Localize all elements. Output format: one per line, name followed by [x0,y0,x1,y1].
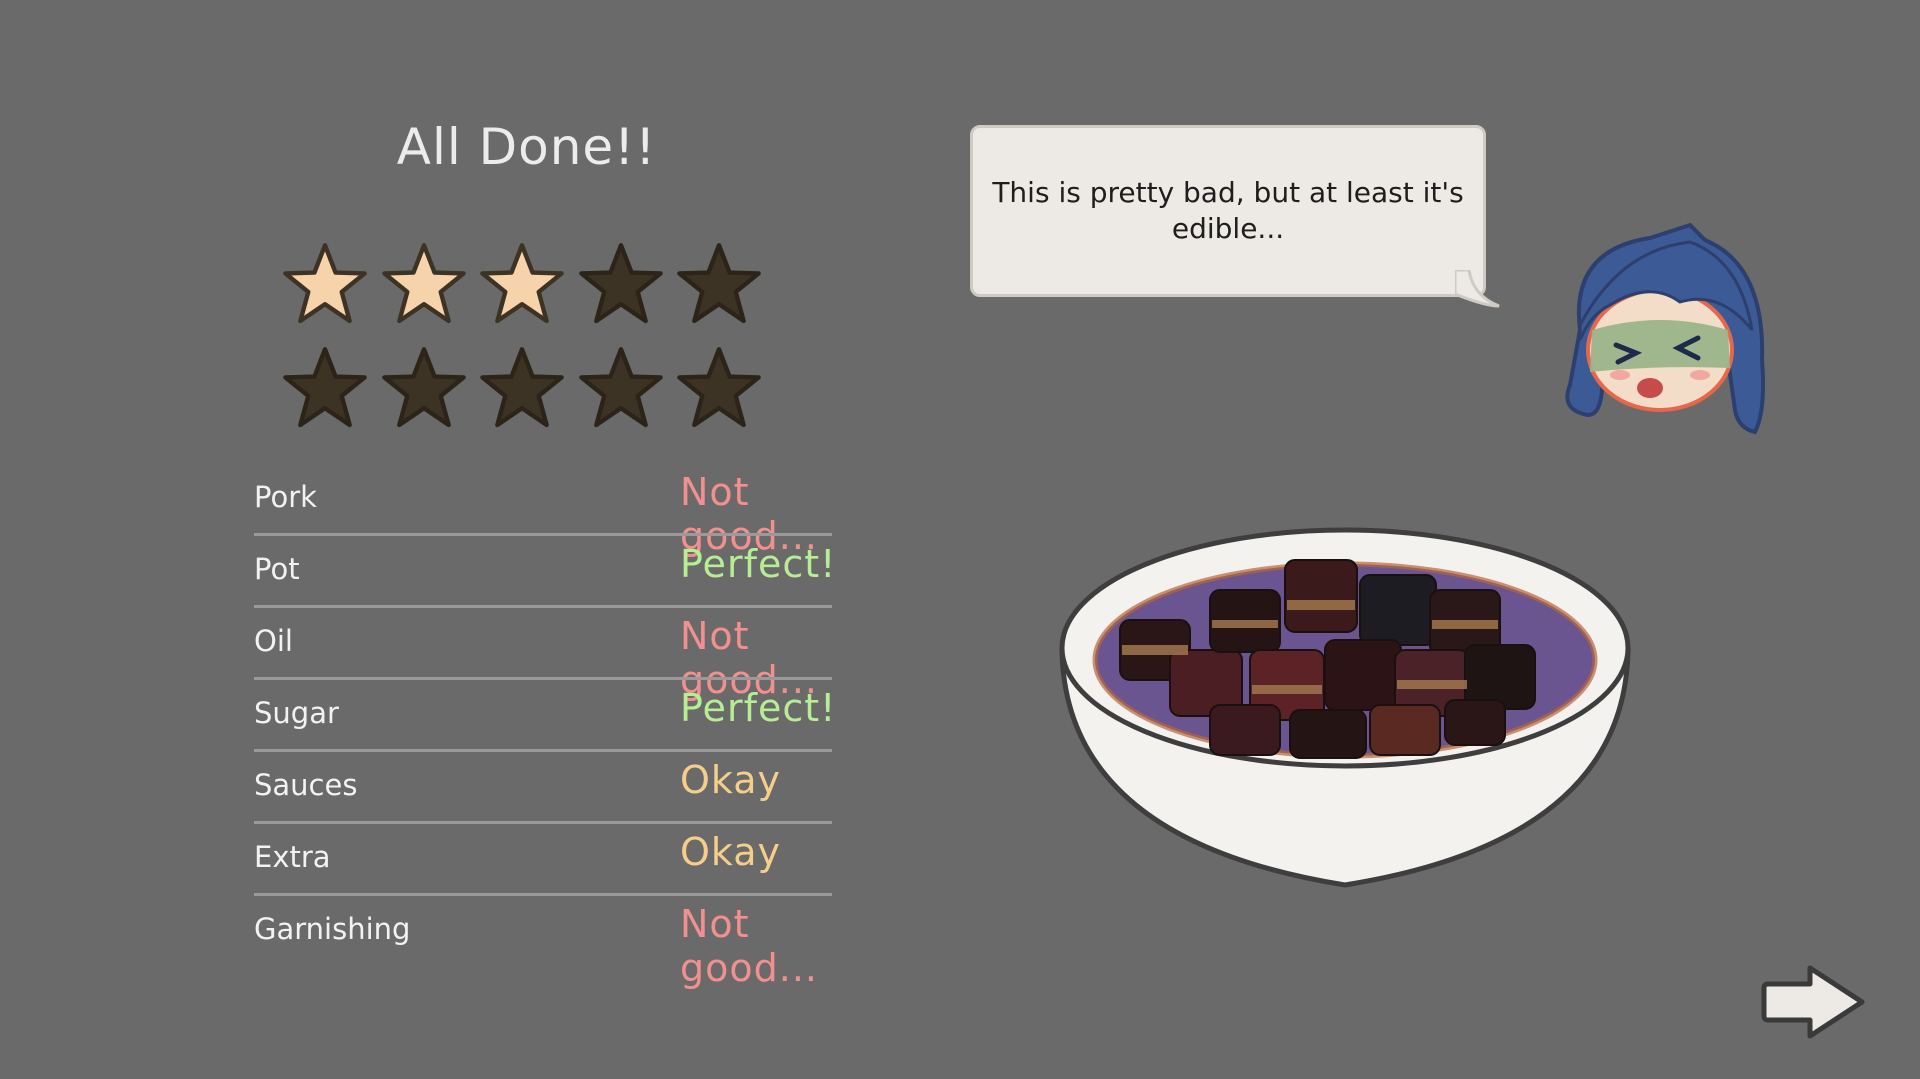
verdict-text: Okay [680,758,782,802]
ingredient-label: Pot [254,552,300,586]
ingredient-label: Sauces [254,768,358,802]
star-icon-empty [670,232,769,336]
ingredient-label: Oil [254,624,293,658]
ingredient-ratings: Pork Not good... Pot Perfect! Oil Not go… [254,464,894,990]
result-title: All Done!! [396,118,657,176]
ingredient-label: Pork [254,480,317,514]
star-row-1 [276,232,776,336]
star-icon-empty [375,336,474,440]
braised-pork-bowl [1059,527,1631,888]
ingredient-label: Garnishing [254,912,411,946]
verdict-text: Perfect! [680,542,837,586]
speech-bubble-tail [1455,270,1500,308]
star-icon-empty [473,336,572,440]
rating-row: Extra Okay [254,824,894,896]
character-portrait [1565,222,1766,435]
speech-text: This is pretty bad, but at least it's ed… [992,175,1464,245]
star-rating [276,232,776,440]
ingredient-label: Extra [254,840,331,874]
ingredient-label: Sugar [254,696,339,730]
next-arrow-button[interactable] [1760,962,1870,1042]
star-icon-filled [473,232,572,336]
rating-row: Pot Perfect! [254,536,894,608]
rating-row: Sugar Perfect! [254,680,894,752]
star-icon-empty [572,232,671,336]
star-icon-empty [276,336,375,440]
star-icon-filled [276,232,375,336]
rating-row: Garnishing Not good... [254,896,894,990]
rating-row: Oil Not good... [254,608,894,702]
rating-row: Pork Not good... [254,464,894,558]
star-icon-empty [572,336,671,440]
verdict-text: Okay [680,830,782,874]
verdict-text: Not good... [680,902,818,990]
star-row-2 [276,336,776,440]
star-icon-empty [670,336,769,440]
star-icon-filled [375,232,474,336]
rating-row: Sauces Okay [254,752,894,824]
speech-bubble: This is pretty bad, but at least it's ed… [970,125,1486,297]
verdict-text: Perfect! [680,686,837,730]
